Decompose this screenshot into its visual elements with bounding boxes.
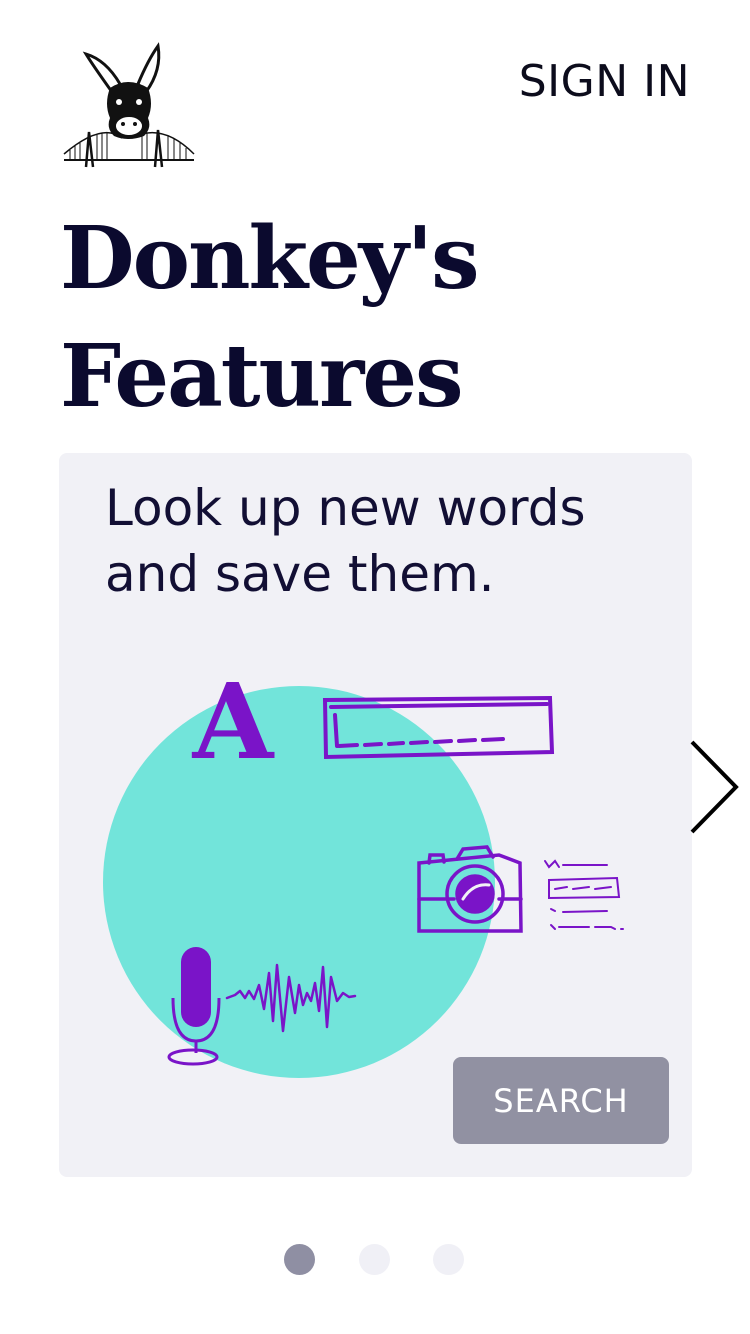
carousel-dot-1[interactable] bbox=[284, 1244, 315, 1275]
page-title: Donkey's Features bbox=[60, 200, 660, 436]
page-title-line-1: Donkey's bbox=[60, 208, 480, 309]
carousel-dot-3[interactable] bbox=[433, 1244, 464, 1275]
chevron-right-icon[interactable] bbox=[688, 738, 742, 836]
notes-sketch-icon bbox=[544, 859, 624, 930]
search-button[interactable]: SEARCH bbox=[453, 1057, 669, 1144]
feature-card: Look up new words and save them. A SEARC… bbox=[59, 453, 692, 1177]
donkey-logo-icon bbox=[62, 42, 196, 170]
carousel-dot-2[interactable] bbox=[359, 1244, 390, 1275]
sign-in-button[interactable]: SIGN IN bbox=[519, 56, 690, 109]
letter-a-icon: A bbox=[192, 660, 275, 783]
page-title-line-2: Features bbox=[60, 326, 464, 427]
carousel-pagination bbox=[284, 1244, 466, 1275]
teal-circle bbox=[103, 686, 495, 1078]
